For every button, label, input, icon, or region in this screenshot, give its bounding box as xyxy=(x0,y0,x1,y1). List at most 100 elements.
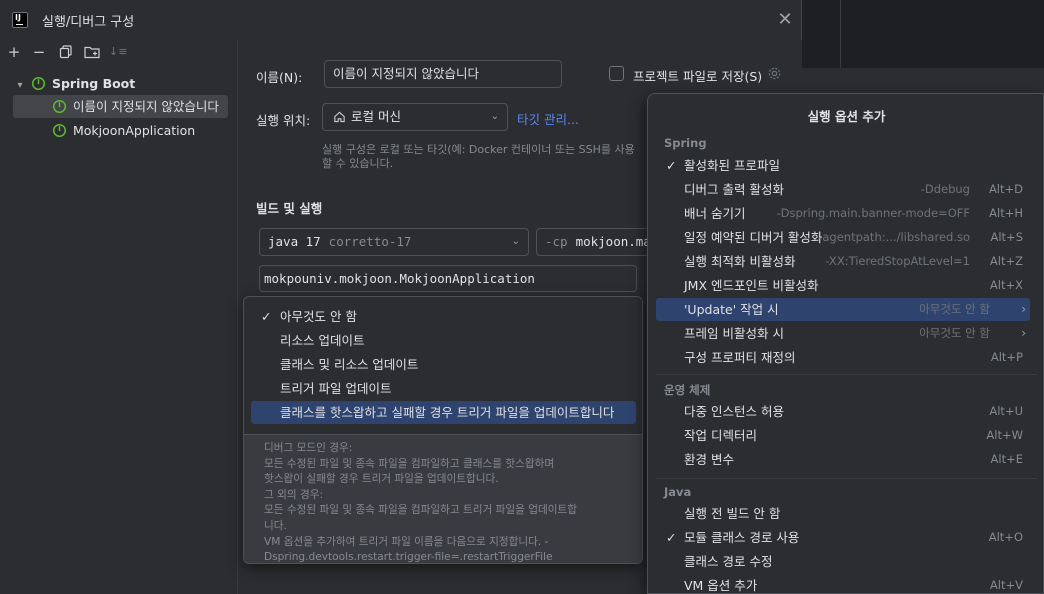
update-option-label: 아무것도 안 함 xyxy=(280,309,357,324)
classpath-dropdown[interactable]: -cp mokjoon.mai xyxy=(536,228,656,256)
jdk-dropdown[interactable]: java 17 corretto-17 ⌄ xyxy=(259,228,529,256)
option-label: 구성 프로퍼티 재정의 xyxy=(684,350,796,365)
tree-item-label: 이름이 지정되지 않았습니다 xyxy=(72,99,219,114)
option-active-profiles[interactable]: ✓ 활성화된 프로파일 xyxy=(656,154,1030,177)
option-environment-variables[interactable]: 환경 변수 Alt+E xyxy=(656,448,1030,471)
option-label: 'Update' 작업 시 xyxy=(684,302,779,317)
option-shortcut: Alt+D xyxy=(988,182,1023,196)
option-hint: -XX:TieredStopAtLevel=1 xyxy=(825,254,970,268)
name-input[interactable]: 이름이 지정되지 않았습니다 xyxy=(324,60,562,88)
option-on-frame-deactivation[interactable]: 프레임 비활성화 시 아무것도 안 함 › xyxy=(656,322,1030,345)
location-label: 실행 위치: xyxy=(256,113,311,128)
spring-boot-run-icon xyxy=(52,99,67,114)
option-shortcut: Alt+U xyxy=(989,404,1023,418)
update-option-do-nothing[interactable]: ✓ 아무것도 안 함 xyxy=(251,305,636,328)
description-line: 니다. xyxy=(264,519,287,532)
move-to-folder-button[interactable] xyxy=(83,43,101,61)
gear-icon[interactable] xyxy=(767,66,782,81)
option-hint: -Ddebug xyxy=(920,182,970,196)
description-line: Dspring.devtools.restart.trigger-file=.r… xyxy=(264,551,553,564)
jdk-vendor: corretto-17 xyxy=(328,234,412,249)
group-separator xyxy=(656,478,1037,479)
update-option-label: 클래스를 핫스왑하고 실패할 경우 트리거 파일을 업데이트합니다 xyxy=(280,405,615,420)
option-override-properties[interactable]: 구성 프로퍼티 재정의 Alt+P xyxy=(656,346,1030,369)
location-value: 로컬 머신 xyxy=(351,109,401,124)
update-description: 디버그 모드인 경우: 모든 수정된 파일 및 종속 파일을 컴파일하고 클래스… xyxy=(244,434,642,564)
minus-icon: − xyxy=(32,43,46,61)
classpath-value: mokjoon.mai xyxy=(575,234,656,249)
background-divider xyxy=(840,0,841,68)
close-icon: ✕ xyxy=(777,9,793,30)
check-icon: ✓ xyxy=(666,530,677,545)
chevron-down-icon: ⌄ xyxy=(511,236,520,247)
location-hint: 실행 구성은 로컬 또는 타깃(예: Docker 컨테이너 또는 SSH를 사… xyxy=(322,143,635,171)
location-dropdown[interactable]: 로컬 머신 ⌄ xyxy=(322,103,508,131)
update-option-label: 트리거 파일 업데이트 xyxy=(280,381,392,396)
remove-configuration-button[interactable]: − xyxy=(30,43,48,61)
name-label: 이름(N): xyxy=(256,70,303,85)
option-do-not-build[interactable]: 실행 전 빌드 안 함 xyxy=(656,502,1030,525)
option-label: JMX 엔드포인트 비활성화 xyxy=(684,278,819,293)
option-disable-jmx[interactable]: JMX 엔드포인트 비활성화 Alt+X xyxy=(656,274,1030,297)
description-line: VM 옵션을 추가하여 트리거 파일 이름을 다음으로 지정합니다. - xyxy=(264,535,549,548)
copy-configuration-button[interactable] xyxy=(57,43,75,61)
tree-group-spring-boot[interactable]: ▾ Spring Boot xyxy=(13,72,235,95)
spring-boot-run-icon xyxy=(52,123,67,138)
update-option-label: 클래스 및 리소스 업데이트 xyxy=(280,357,419,372)
option-disable-launch-optimization[interactable]: 실행 최적화 비활성화 -XX:TieredStopAtLevel=1 Alt+… xyxy=(656,250,1030,273)
plus-icon: + xyxy=(7,43,21,61)
description-line: 모든 수정된 파일 및 종속 파일을 컴파일하고 클래스를 핫스왑하며 xyxy=(264,457,555,470)
option-hint: -agentpath:.../libshared.so xyxy=(818,230,970,244)
option-hint: 아무것도 안 함 xyxy=(919,302,990,316)
option-label: 활성화된 프로파일 xyxy=(684,158,780,173)
option-label: 환경 변수 xyxy=(684,452,734,467)
tree-group-label: Spring Boot xyxy=(51,76,136,91)
background-toolbar xyxy=(802,68,1044,94)
group-os: 운영 체제 xyxy=(664,383,711,397)
save-to-project-checkbox[interactable] xyxy=(609,66,624,81)
add-configuration-button[interactable]: + xyxy=(5,43,23,61)
main-class-input[interactable]: mokpouniv.mokjoon.MokjoonApplication xyxy=(259,265,637,292)
tree-item-label: MokjoonApplication xyxy=(72,123,196,138)
manage-targets-link[interactable]: 타깃 관리... xyxy=(517,109,579,128)
option-shortcut: Alt+E xyxy=(990,452,1023,466)
option-on-update-action[interactable]: 'Update' 작업 시 아무것도 안 함 › xyxy=(656,298,1030,321)
option-module-classpath[interactable]: ✓ 모듈 클래스 경로 사용 Alt+O xyxy=(656,526,1030,549)
submenu-arrow-icon: › xyxy=(1021,326,1026,340)
jdk-name: java 17 xyxy=(268,234,321,249)
tree-item-mokjoon[interactable]: MokjoonApplication xyxy=(13,119,228,142)
tree-item-unnamed[interactable]: 이름이 지정되지 않았습니다 xyxy=(13,95,228,118)
dialog-title: 실행/디버그 구성 xyxy=(42,15,135,30)
copy-icon xyxy=(59,45,72,59)
update-option-classes-resources[interactable]: 클래스 및 리소스 업데이트 xyxy=(251,353,636,376)
option-shortcut: Alt+H xyxy=(989,206,1023,220)
option-scheduled-debugger[interactable]: 일정 예약된 디버거 활성화 -agentpath:.../libshared.… xyxy=(656,226,1030,249)
option-working-directory[interactable]: 작업 디렉터리 Alt+W xyxy=(656,424,1030,447)
option-modify-classpath[interactable]: 클래스 경로 수정 xyxy=(656,550,1030,573)
update-option-trigger-file[interactable]: 트리거 파일 업데이트 xyxy=(251,377,636,400)
option-label: 디버그 출력 활성화 xyxy=(684,182,784,197)
check-icon: ✓ xyxy=(261,309,272,324)
option-hide-banner[interactable]: 배너 숨기기 -Dspring.main.banner-mode=OFF Alt… xyxy=(656,202,1030,225)
close-button[interactable]: ✕ xyxy=(775,10,795,30)
description-line: 핫스왑이 실패할 경우 트리거 파일을 업데이트합니다. xyxy=(264,473,499,486)
group-spring: Spring xyxy=(664,136,707,150)
build-run-section-title: 빌드 및 실행 xyxy=(256,201,323,216)
option-label: 배너 숨기기 xyxy=(684,206,746,221)
option-debug-output[interactable]: 디버그 출력 활성화 -Ddebug Alt+D xyxy=(656,178,1030,201)
option-label: 일정 예약된 디버거 활성화 xyxy=(684,230,823,245)
options-popup-title: 실행 옵션 추가 xyxy=(807,109,886,124)
classpath-flag: -cp xyxy=(545,234,568,249)
update-option-hotswap[interactable]: 클래스를 핫스왑하고 실패할 경우 트리거 파일을 업데이트합니다 xyxy=(251,401,636,424)
sort-button[interactable]: ↓≡ xyxy=(109,43,127,61)
option-label: 다중 인스턴스 허용 xyxy=(684,404,784,419)
location-hint-line: 실행 구성은 로컬 또는 타깃(예: Docker 컨테이너 또는 SSH를 사… xyxy=(322,143,635,156)
option-multiple-instances[interactable]: 다중 인스턴스 허용 Alt+U xyxy=(656,400,1030,423)
option-label: 모듈 클래스 경로 사용 xyxy=(684,530,800,545)
configuration-tree-panel: + − ↓≡ ▾ Spring Boot 이름이 지정되지 않았습니다 Mokj… xyxy=(0,40,238,594)
option-add-vm-options[interactable]: VM 옵션 추가 Alt+V xyxy=(656,574,1030,593)
group-separator xyxy=(656,374,1037,375)
option-label: 실행 최적화 비활성화 xyxy=(684,254,796,269)
option-shortcut: Alt+W xyxy=(986,428,1023,442)
update-option-resources[interactable]: 리소스 업데이트 xyxy=(251,329,636,352)
